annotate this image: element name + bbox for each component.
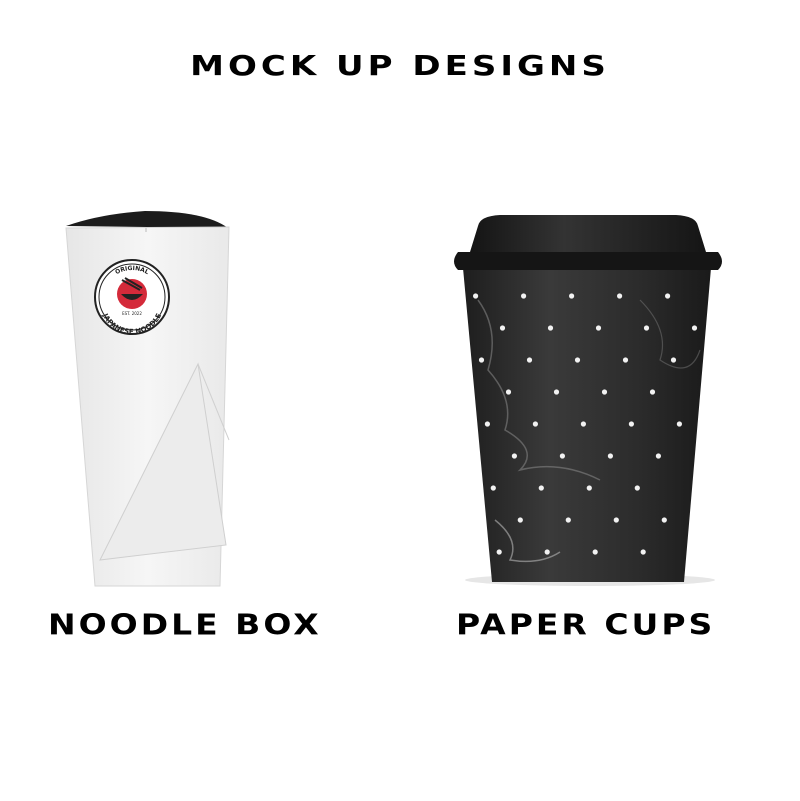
cup-dot [478,357,485,363]
paper-cup-body [463,268,711,582]
cup-dot [691,325,698,331]
cup-dot [565,517,571,523]
cup-dot [517,517,523,523]
cup-dot [511,453,517,459]
cup-dot [649,389,656,395]
cup-dot [643,325,650,331]
cup-dot [547,325,554,331]
cup-dot [592,549,598,555]
cup-dot [473,293,479,299]
cup-dot [622,357,629,363]
cup-dot [490,485,496,491]
paper-cup-lid [470,215,706,252]
cup-dot [499,325,506,331]
cup-dot [628,421,635,427]
cup-dot [607,453,614,459]
japanese-noodle-sticker: ORIGINAL EST. 2022 JAPANESE NOODLE [94,259,170,336]
cup-dot [526,357,533,363]
cup-dot [544,549,550,555]
noodle-box-top [66,211,228,228]
cup-dot [676,421,683,427]
cup-dot [617,293,623,299]
cup-dot [538,485,544,491]
cup-dot [634,485,640,491]
paper-cups-label: PAPER CUPS [456,607,716,642]
cup-dot [586,485,592,491]
cup-dot [613,517,619,523]
cup-dot [655,453,662,459]
noodle-box-label: NOODLE BOX [48,607,322,642]
cup-dot [580,421,587,427]
cup-dot [665,293,671,299]
cup-dot [559,453,566,459]
cup-dot [553,389,560,395]
cup-dot [595,325,602,331]
sticker-year-text: EST. 2022 [122,311,142,316]
cup-dot [569,293,575,299]
cup-dot [532,421,539,427]
cup-dot [574,357,581,363]
cup-dot [670,357,677,363]
cup-dot [640,549,646,555]
cup-dot [521,293,527,299]
cup-dot [601,389,608,395]
cup-dot [484,421,490,427]
paper-cup [454,215,722,586]
cup-dot [496,549,502,555]
mockup-artwork: ORIGINAL EST. 2022 JAPANESE NOODLE [65,211,722,587]
cup-dot [505,389,512,395]
cup-dot [661,517,667,523]
paper-cup-lid-rim [454,252,722,270]
